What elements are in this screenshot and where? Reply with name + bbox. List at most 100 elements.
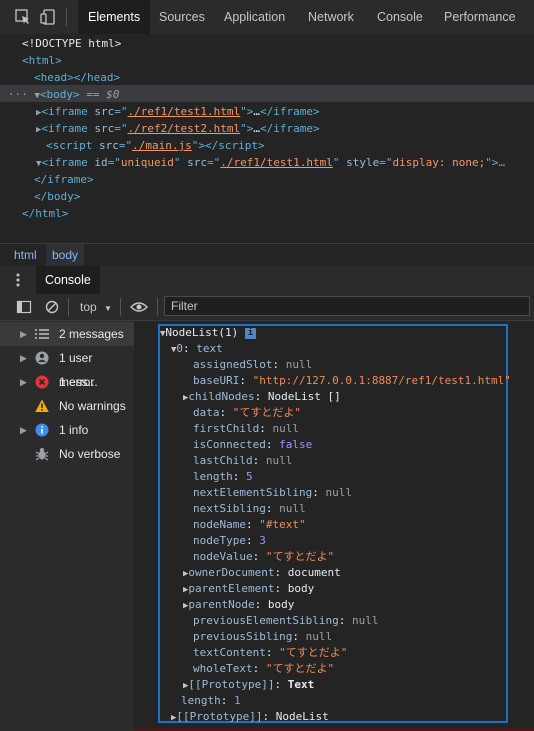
sidebar-label: 2 messages — [59, 327, 124, 341]
prop-key: length — [193, 470, 233, 483]
sidebar-item-messages[interactable]: ▶ 2 messages — [0, 322, 134, 346]
more-tools-icon[interactable] — [12, 272, 24, 288]
prop-value: 1 — [234, 694, 241, 707]
doctype-text: <!DOCTYPE html> — [22, 37, 122, 50]
prop-value: null — [279, 502, 306, 515]
prop-value: false — [279, 438, 313, 451]
property-row: nextSibling: null — [193, 502, 306, 515]
iframe-line-1[interactable]: ▶<iframe src="./ref1/test1.html">…</ifra… — [36, 103, 320, 120]
property-row: nextElementSibling: null — [193, 486, 352, 499]
iframe-src-link-2[interactable]: ./ref2/test2.html — [128, 122, 241, 135]
iframe-style-value: display: none; — [392, 156, 486, 169]
item-type: text — [196, 342, 223, 355]
expand-arrow-icon[interactable]: ▶ — [20, 346, 27, 370]
tab-application[interactable]: Application — [214, 0, 295, 34]
user-icon — [35, 351, 49, 365]
tab-elements[interactable]: Elements — [78, 0, 151, 34]
property-row: nodeType: 3 — [193, 534, 266, 547]
toolbar-separator — [68, 298, 69, 316]
device-toolbar-icon[interactable] — [40, 8, 58, 26]
prop-value: null — [305, 630, 333, 643]
prop-value: "てすとだよ" — [279, 646, 348, 659]
iframe-line-3[interactable]: ▼<iframe id="uniqueid" src="./ref1/test1… — [36, 154, 505, 171]
tab-performance[interactable]: Performance — [434, 0, 526, 34]
body-open-line[interactable]: ··· ▼<body> == $0 — [8, 86, 119, 103]
property-row: length: 5 — [193, 470, 253, 483]
sidebar-item-user-messages[interactable]: ▶ 1 user mess... — [0, 346, 134, 389]
prop-value: null — [265, 454, 293, 467]
prop-key: data — [193, 406, 220, 419]
property-row[interactable]: ▶parentNode: body — [183, 597, 294, 613]
iframe-close-line[interactable]: </iframe> — [34, 171, 94, 188]
iframe-src-link-3[interactable]: ./ref1/test1.html — [220, 156, 333, 169]
drawer-tab-console[interactable]: Console — [36, 266, 100, 294]
prop-value: "てすとだよ" — [265, 662, 335, 675]
html-open-line[interactable]: <html> — [22, 52, 62, 69]
prop-value: Text — [287, 678, 315, 691]
prop-key: textContent — [193, 646, 266, 659]
sidebar-item-warnings[interactable]: No warnings — [0, 394, 134, 418]
devtools-toolbar: Elements Sources Application Network Con… — [0, 0, 534, 35]
iframe-src-link-1[interactable]: ./ref1/test1.html — [128, 105, 241, 118]
iframe-id-value: uniqueid — [120, 156, 174, 169]
context-selector[interactable]: top ▼ — [80, 294, 112, 320]
prop-key: [[Prototype]] — [176, 710, 263, 723]
body-close-line[interactable]: </body> — [34, 188, 80, 205]
property-row: nodeValue: "てすとだよ" — [193, 550, 335, 563]
info-icon[interactable]: i — [244, 327, 256, 339]
sidebar-toggle-icon[interactable] — [16, 299, 32, 315]
property-row[interactable]: ▶ownerDocument: document — [183, 565, 341, 581]
breadcrumb-body[interactable]: body — [46, 244, 85, 266]
error-icon — [35, 375, 49, 389]
prop-value: "#text" — [259, 518, 306, 531]
console-sidebar: ▶ 2 messages ▶ 1 user mess... ▶ 1 error … — [0, 321, 135, 731]
script-src-link[interactable]: ./main.js — [132, 139, 192, 152]
html-close-line[interactable]: </html> — [22, 205, 68, 222]
prop-value: 3 — [259, 534, 266, 547]
prop-value: body — [287, 582, 315, 595]
clear-console-icon[interactable] — [44, 299, 60, 315]
breadcrumb-html[interactable]: html — [8, 244, 43, 266]
nodelist-header[interactable]: ▼NodeList(1) i — [160, 325, 256, 341]
property-row: assignedSlot: null — [193, 358, 313, 371]
property-row[interactable]: ▶childNodes: NodeList [] — [183, 389, 341, 405]
prop-value: document — [287, 566, 341, 579]
property-row[interactable]: ▶parentElement: body — [183, 581, 314, 597]
tab-console[interactable]: Console — [367, 0, 433, 34]
expand-arrow-icon[interactable]: ▶ — [20, 322, 27, 346]
script-line[interactable]: <script src="./main.js"></script> — [46, 137, 265, 154]
sidebar-item-verbose[interactable]: No verbose — [0, 442, 134, 466]
bug-icon — [35, 448, 49, 461]
breadcrumb: html body — [0, 243, 534, 267]
nodelist-item-0[interactable]: ▼0: text — [171, 341, 223, 357]
sidebar-item-info[interactable]: ▶ 1 info — [0, 418, 134, 442]
ellipsis-icon[interactable]: ··· — [8, 88, 28, 101]
expand-arrow-icon[interactable]: ▶ — [20, 418, 27, 442]
filter-input[interactable]: Filter — [164, 296, 530, 316]
drawer-tabs: Console — [0, 266, 534, 295]
info-icon — [35, 423, 49, 437]
prop-key: assignedSlot — [193, 358, 273, 371]
inspect-element-icon[interactable] — [14, 8, 32, 26]
prop-value: null — [325, 486, 352, 499]
iframe-line-2[interactable]: ▶<iframe src="./ref2/test2.html">…</ifra… — [36, 120, 320, 137]
prop-key: nodeType — [193, 534, 246, 547]
property-row: data: "てすとだよ" — [193, 406, 301, 419]
prop-key: childNodes — [188, 390, 255, 403]
list-icon — [35, 329, 49, 339]
prop-value: NodeList — [275, 710, 329, 723]
nodelist-prototype-row[interactable]: ▶[[Prototype]]: NodeList — [171, 709, 329, 725]
prop-value: null — [351, 614, 379, 627]
prop-key: nextSibling — [193, 502, 266, 515]
property-row[interactable]: ▶[[Prototype]]: Text — [183, 677, 314, 693]
property-row: isConnected: false — [193, 438, 313, 451]
prop-value: "http://127.0.0.1:8887/ref1/test1.html" — [252, 374, 511, 387]
tab-network[interactable]: Network — [298, 0, 364, 34]
prop-key: length — [181, 694, 221, 707]
doctype-line[interactable]: <!DOCTYPE html> — [22, 35, 121, 52]
head-line[interactable]: <head></head> — [34, 69, 120, 86]
eye-icon[interactable] — [130, 299, 148, 315]
sidebar-item-errors[interactable]: ▶ 1 error — [0, 370, 134, 394]
expand-arrow-icon[interactable]: ▶ — [20, 370, 27, 394]
tab-sources[interactable]: Sources — [149, 0, 215, 34]
